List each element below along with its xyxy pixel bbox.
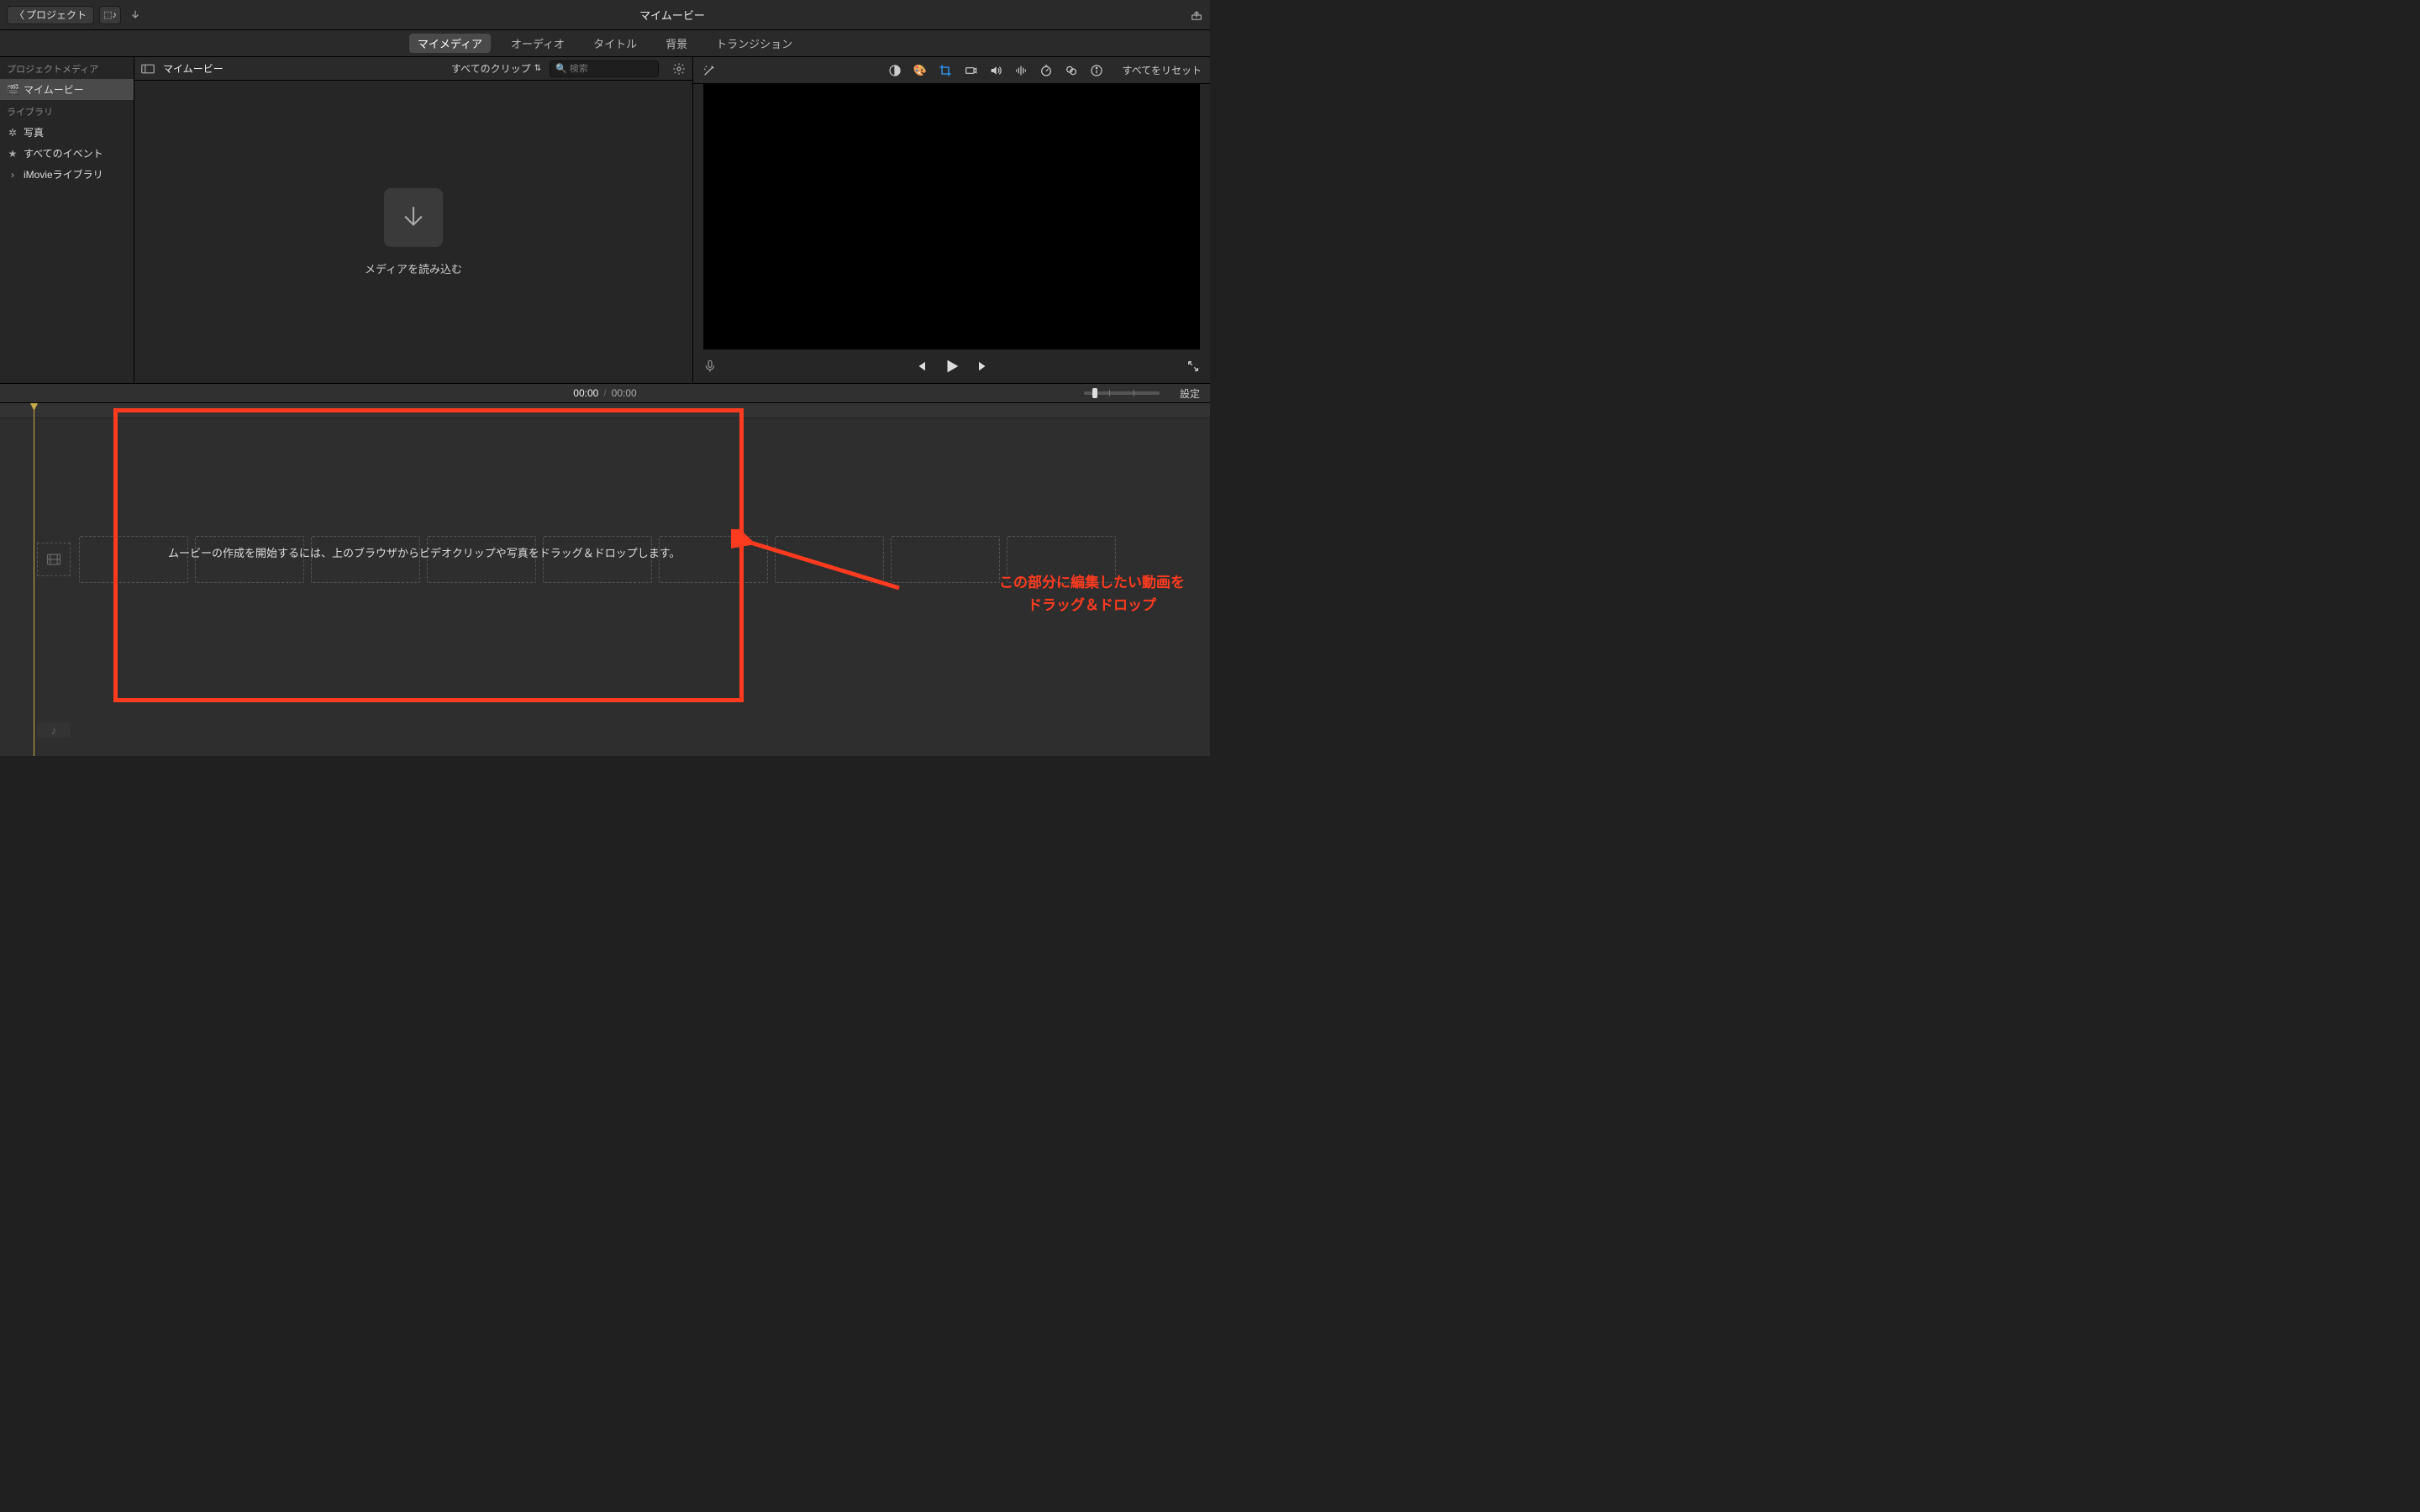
placeholder-slot[interactable] — [775, 536, 884, 583]
sidebar-section-project-media: プロジェクトメディア — [0, 57, 134, 79]
timeline-zoom-slider[interactable] — [1084, 391, 1160, 395]
palette-icon: 🎨 — [913, 64, 926, 77]
color-correction-button[interactable]: 🎨 — [913, 63, 928, 78]
stabilization-button[interactable] — [963, 63, 978, 78]
next-frame-button[interactable] — [976, 359, 992, 374]
tab-my-media[interactable]: マイメディア — [409, 34, 491, 53]
sidebar-toggle-button[interactable] — [141, 64, 155, 74]
media-import-button[interactable]: ⬚♪ — [99, 6, 121, 24]
sidebar-item-label: すべてのイベント — [24, 146, 103, 160]
chevron-right-icon: › — [7, 169, 18, 181]
timecode-bar: 00:00 / 00:00 設定 — [0, 383, 1210, 403]
project-title: マイムービー — [175, 7, 1170, 23]
tab-backgrounds[interactable]: 背景 — [657, 34, 696, 53]
timeline-settings-button[interactable]: 設定 — [1180, 386, 1200, 401]
play-button[interactable] — [943, 357, 961, 375]
annotation-line2: ドラッグ＆ドロップ — [1028, 597, 1156, 613]
speed-button[interactable] — [1039, 63, 1054, 78]
browser-title: マイムービー — [163, 61, 224, 76]
sidebar-item-project[interactable]: 🎬 マイムービー — [0, 79, 134, 100]
audio-track-icon: ♪ — [37, 722, 71, 738]
tab-transitions[interactable]: トランジション — [708, 34, 801, 53]
sidebar-item-photos[interactable]: ✲ 写真 — [0, 122, 134, 143]
flower-icon: ✲ — [7, 127, 18, 139]
import-media-label: メディアを読み込む — [365, 260, 462, 276]
star-icon: ★ — [7, 148, 18, 160]
annotation-text: この部分に編集したい動画を ドラッグ＆ドロップ — [999, 571, 1185, 617]
chevron-left-icon: 〈 — [14, 8, 24, 22]
filter-label: すべてのクリップ — [451, 61, 531, 76]
sidebar-item-imovie-library[interactable]: › iMovieライブラリ — [0, 164, 134, 185]
timeline-drop-hint: ムービーの作成を開始するには、上のブラウザからビデオクリップや写真をドラッグ＆ド… — [168, 544, 680, 560]
back-label: プロジェクト — [26, 8, 87, 22]
title-bar: 〈 プロジェクト ⬚♪ マイムービー — [0, 0, 1210, 30]
current-time: 00:00 — [573, 387, 598, 399]
timeline[interactable]: ♪ ムービーの作成を開始するには、上のブラウザからビデオクリップや写真をドラッグ… — [0, 403, 1210, 756]
library-sidebar: プロジェクトメディア 🎬 マイムービー ライブラリ ✲ 写真 ★ すべてのイベン… — [0, 57, 134, 383]
volume-button[interactable] — [988, 63, 1003, 78]
tab-audio[interactable]: オーディオ — [502, 34, 573, 53]
import-media-button[interactable] — [384, 188, 443, 247]
clapperboard-icon: 🎬 — [7, 84, 18, 96]
search-input[interactable] — [570, 64, 653, 74]
search-icon: 🔍 — [555, 63, 567, 74]
sidebar-item-label: iMovieライブラリ — [24, 167, 103, 181]
placeholder-slot[interactable] — [891, 536, 1000, 583]
crop-button[interactable] — [938, 63, 953, 78]
updown-icon: ⇅ — [534, 64, 541, 73]
media-tabs: マイメディア オーディオ タイトル 背景 トランジション — [0, 30, 1210, 57]
total-time: 00:00 — [612, 387, 637, 399]
noise-reduction-button[interactable] — [1013, 63, 1028, 78]
video-track-icon — [37, 543, 71, 576]
sidebar-item-all-events[interactable]: ★ すべてのイベント — [0, 143, 134, 164]
clip-filter-button[interactable] — [1064, 63, 1079, 78]
voiceover-button[interactable] — [703, 358, 717, 375]
tab-titles[interactable]: タイトル — [585, 34, 645, 53]
sidebar-item-label: マイムービー — [24, 82, 84, 97]
clip-filter-dropdown[interactable]: すべてのクリップ ⇅ — [451, 61, 541, 76]
browser-settings-button[interactable] — [672, 62, 686, 76]
import-arrow-button[interactable] — [126, 9, 145, 21]
reset-all-button[interactable]: すべてをリセット — [1123, 63, 1202, 77]
color-balance-button[interactable] — [887, 63, 902, 78]
share-button[interactable] — [1190, 8, 1203, 22]
fullscreen-button[interactable] — [1186, 360, 1200, 373]
search-field[interactable]: 🔍 — [550, 60, 659, 77]
sidebar-item-label: 写真 — [24, 125, 44, 139]
film-music-icon: ⬚♪ — [103, 9, 117, 20]
media-browser: マイムービー すべてのクリップ ⇅ 🔍 メディアを読み込む — [134, 57, 692, 383]
info-button[interactable] — [1089, 63, 1104, 78]
annotation-line1: この部分に編集したい動画を — [999, 575, 1185, 591]
enhance-wand-button[interactable] — [702, 63, 717, 78]
viewer-panel: 🎨 すべてをリセット — [692, 57, 1210, 383]
video-preview[interactable] — [703, 84, 1200, 349]
sidebar-section-library: ライブラリ — [0, 100, 134, 122]
timeline-ruler[interactable] — [0, 403, 1210, 418]
back-to-projects-button[interactable]: 〈 プロジェクト — [7, 6, 94, 24]
prev-frame-button[interactable] — [913, 359, 928, 374]
